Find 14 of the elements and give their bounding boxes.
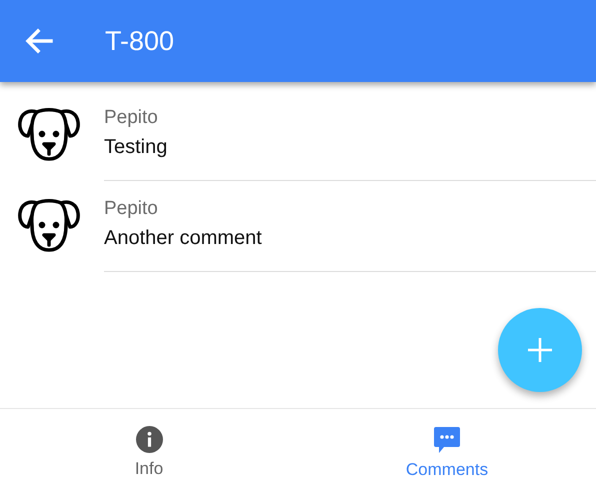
chat-icon xyxy=(432,426,462,454)
dog-avatar-icon xyxy=(18,106,80,162)
nav-tab[interactable]: Comments xyxy=(298,409,596,491)
comment-text: Another comment xyxy=(104,226,263,251)
back-arrow-icon xyxy=(25,28,53,54)
screen-title: T-800 xyxy=(105,26,174,56)
comment-text: Testing xyxy=(104,135,168,160)
dog-avatar-icon xyxy=(18,197,80,253)
comment-author: Pepito xyxy=(104,106,159,130)
info-icon xyxy=(136,426,162,453)
plus-icon xyxy=(527,337,553,363)
add-button[interactable] xyxy=(498,308,582,392)
nav-tab[interactable]: Info xyxy=(0,409,298,491)
comment-author: Pepito xyxy=(104,197,159,221)
